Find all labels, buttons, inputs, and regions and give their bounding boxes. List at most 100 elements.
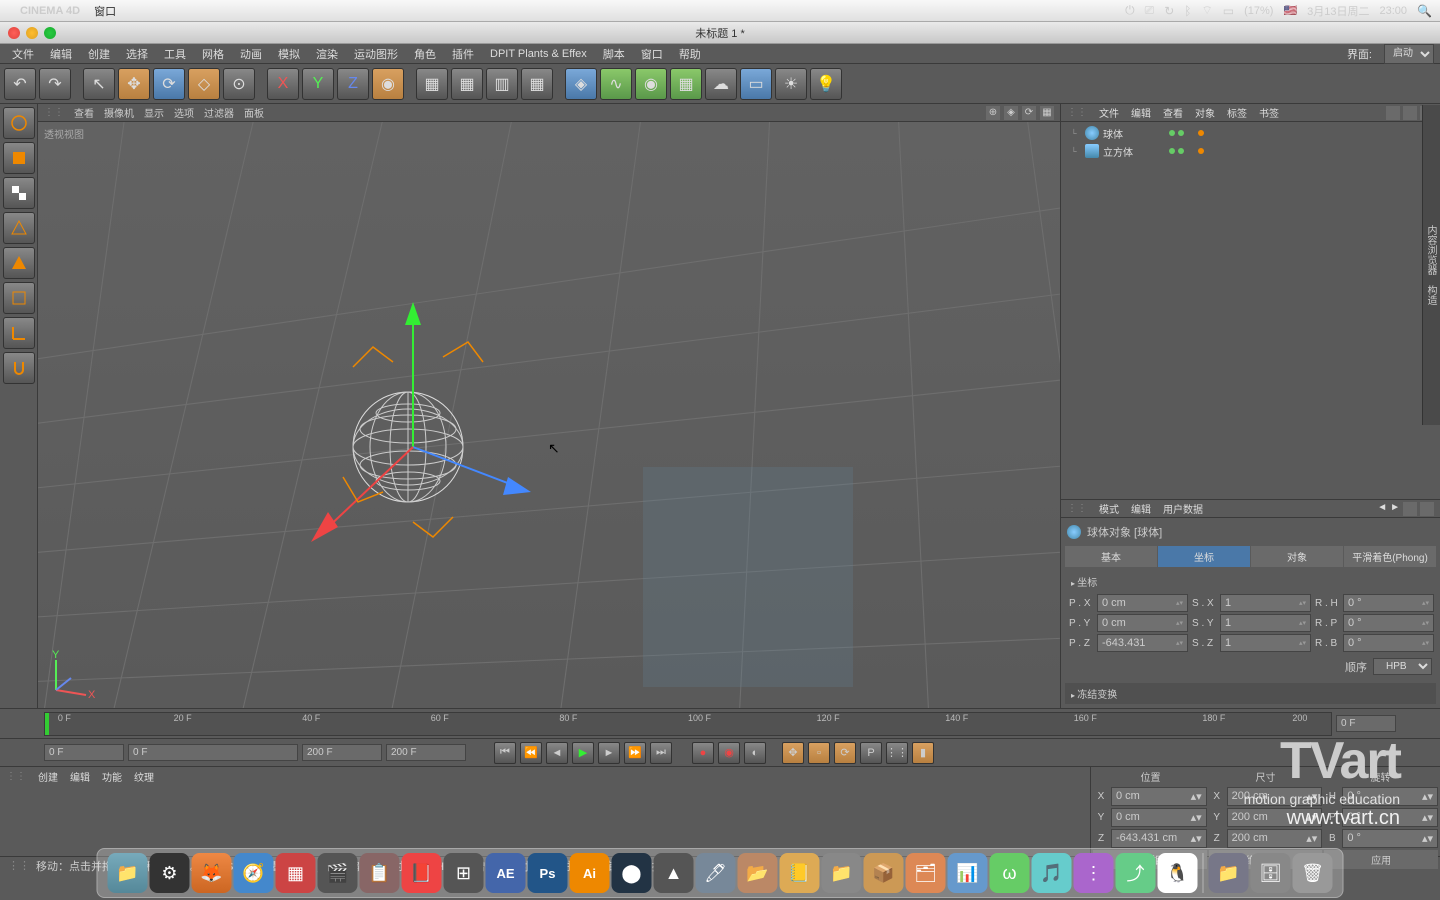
goto-next-key[interactable]: ⏩ <box>624 742 646 764</box>
scale-z-field[interactable]: 1▴▾ <box>1220 634 1311 652</box>
prev-frame[interactable]: ◄ <box>546 742 568 764</box>
dock-app15[interactable]: 🎵 <box>1032 853 1072 893</box>
select-tool[interactable]: ↖ <box>83 68 115 100</box>
menu-character[interactable]: 角色 <box>408 44 442 64</box>
model-mode[interactable] <box>3 142 35 174</box>
rot-b-field[interactable]: 0 °▴▾ <box>1343 634 1434 652</box>
om-view[interactable]: 查看 <box>1163 105 1183 120</box>
key-pla[interactable]: ⋮⋮ <box>886 742 908 764</box>
goto-start[interactable]: ⏮ <box>494 742 516 764</box>
am-mode[interactable]: 模式 <box>1099 501 1119 516</box>
dock-app8[interactable]: 📂 <box>738 853 778 893</box>
menu-select[interactable]: 选择 <box>120 44 154 64</box>
timeline-playhead[interactable] <box>45 713 49 735</box>
layout-select[interactable]: 启动 <box>1384 44 1434 64</box>
key-options[interactable]: ▮ <box>912 742 934 764</box>
goto-prev-key[interactable]: ⏪ <box>520 742 542 764</box>
wifi-icon[interactable]: ⌔ <box>1201 3 1212 18</box>
dock-app7[interactable]: 🖊 <box>696 853 736 893</box>
dock-app2[interactable]: 🎬 <box>318 853 358 893</box>
dock-firefox[interactable]: 🦊 <box>192 853 232 893</box>
generator[interactable]: ◉ <box>635 68 667 100</box>
vp-options[interactable]: 选项 <box>174 105 194 120</box>
timeline-ruler[interactable]: 0 F 20 F 40 F 60 F 80 F 100 F 120 F 140 … <box>44 712 1332 736</box>
menu-mograph[interactable]: 运动图形 <box>348 44 404 64</box>
dock-app9[interactable]: 📒 <box>780 853 820 893</box>
menu-script[interactable]: 脚本 <box>597 44 631 64</box>
render-region[interactable]: ▦ <box>451 68 483 100</box>
dock-app10[interactable]: 📁 <box>822 853 862 893</box>
dock-qq[interactable]: 🐧 <box>1158 853 1198 893</box>
frame-end[interactable]: 200 F <box>386 744 466 761</box>
snap-mode[interactable] <box>3 352 35 384</box>
scale-y-field[interactable]: 1▴▾ <box>1220 614 1311 632</box>
om-bookmarks[interactable]: 书签 <box>1259 105 1279 120</box>
menu-render[interactable]: 渲染 <box>310 44 344 64</box>
frame-start[interactable]: 0 F <box>44 744 124 761</box>
menu-dpit[interactable]: DPIT Plants & Effex <box>484 46 593 62</box>
am-userdata[interactable]: 用户数据 <box>1163 501 1203 516</box>
menu-file[interactable]: 文件 <box>6 44 40 64</box>
om-icon1[interactable] <box>1386 106 1400 120</box>
am-nav-back[interactable]: ◄ <box>1377 502 1387 516</box>
move-tool[interactable]: ✥ <box>118 68 150 100</box>
light-tool[interactable]: ☀ <box>775 68 807 100</box>
camera-tool[interactable]: ▭ <box>740 68 772 100</box>
dock-folder1[interactable]: 📁 <box>1209 853 1249 893</box>
render-settings[interactable]: ▥ <box>486 68 518 100</box>
app-name[interactable]: CINEMA 4D <box>20 5 80 17</box>
battery-icon[interactable]: ▭ <box>1223 4 1234 18</box>
dock-app16[interactable]: ⋮ <box>1074 853 1114 893</box>
pos-y-field[interactable]: 0 cm▴▾ <box>1097 614 1188 632</box>
tab-coord[interactable]: 坐标 <box>1158 546 1250 567</box>
axis-z[interactable]: Z <box>337 68 369 100</box>
point-mode[interactable] <box>3 212 35 244</box>
om-objects[interactable]: 对象 <box>1195 105 1215 120</box>
picture-viewer[interactable]: ▦ <box>521 68 553 100</box>
close-button[interactable] <box>8 27 20 39</box>
am-icon2[interactable] <box>1420 502 1434 516</box>
dock-app12[interactable]: 🗂 <box>906 853 946 893</box>
tab-basic[interactable]: 基本 <box>1065 546 1157 567</box>
om-tags[interactable]: 标签 <box>1227 105 1247 120</box>
mac-time[interactable]: 23:00 <box>1380 5 1408 17</box>
menu-edit[interactable]: 编辑 <box>44 44 78 64</box>
vp-nav4[interactable]: ▦ <box>1040 106 1054 120</box>
dock-folder2[interactable]: 🗄 <box>1251 853 1291 893</box>
cm-brot[interactable]: 0 °▴▾ <box>1342 829 1438 848</box>
menu-animate[interactable]: 动画 <box>234 44 268 64</box>
tab-object[interactable]: 对象 <box>1251 546 1343 567</box>
rot-p-field[interactable]: 0 °▴▾ <box>1343 614 1434 632</box>
dock-app6[interactable]: ▲ <box>654 853 694 893</box>
cm-ysize[interactable]: 200 cm▴▾ <box>1227 808 1323 827</box>
cm-hrot[interactable]: 0 °▴▾ <box>1342 787 1438 806</box>
axis-x[interactable]: X <box>267 68 299 100</box>
deformer[interactable]: ▦ <box>670 68 702 100</box>
mm-texture[interactable]: 纹理 <box>134 769 154 784</box>
menu-plugins[interactable]: 插件 <box>446 44 480 64</box>
menu-tools[interactable]: 工具 <box>158 44 192 64</box>
dock-app17[interactable]: ⤴ <box>1116 853 1156 893</box>
rot-h-field[interactable]: 0 °▴▾ <box>1343 594 1434 612</box>
timeline[interactable]: 0 F 20 F 40 F 60 F 80 F 100 F 120 F 140 … <box>0 708 1440 738</box>
record-button[interactable]: ● <box>692 742 714 764</box>
dock-app1[interactable]: ▦ <box>276 853 316 893</box>
autokey-button[interactable]: ◉ <box>718 742 740 764</box>
mac-menu-window[interactable]: 窗口 <box>94 3 116 19</box>
vp-display[interactable]: 显示 <box>144 105 164 120</box>
key-rot[interactable]: ⟳ <box>834 742 856 764</box>
scene-tool[interactable]: 💡 <box>810 68 842 100</box>
display-icon[interactable]: ⎚ <box>1145 3 1155 18</box>
pos-z-field[interactable]: -643.431▴▾ <box>1097 634 1188 652</box>
edge-mode[interactable] <box>3 247 35 279</box>
coord-system[interactable]: ◉ <box>372 68 404 100</box>
axis-mode[interactable] <box>3 317 35 349</box>
dock-ps[interactable]: Ps <box>528 853 568 893</box>
flag-icon[interactable]: 🇺🇸 <box>1283 4 1297 17</box>
cm-zpos[interactable]: -643.431 cm▴▾ <box>1111 829 1207 848</box>
spotlight-icon[interactable]: 🔍 <box>1417 4 1432 18</box>
play-button[interactable]: ▶ <box>572 742 594 764</box>
goto-end[interactable]: ⏭ <box>650 742 672 764</box>
cube-primitive[interactable]: ◈ <box>565 68 597 100</box>
cube-object[interactable] <box>643 467 853 687</box>
